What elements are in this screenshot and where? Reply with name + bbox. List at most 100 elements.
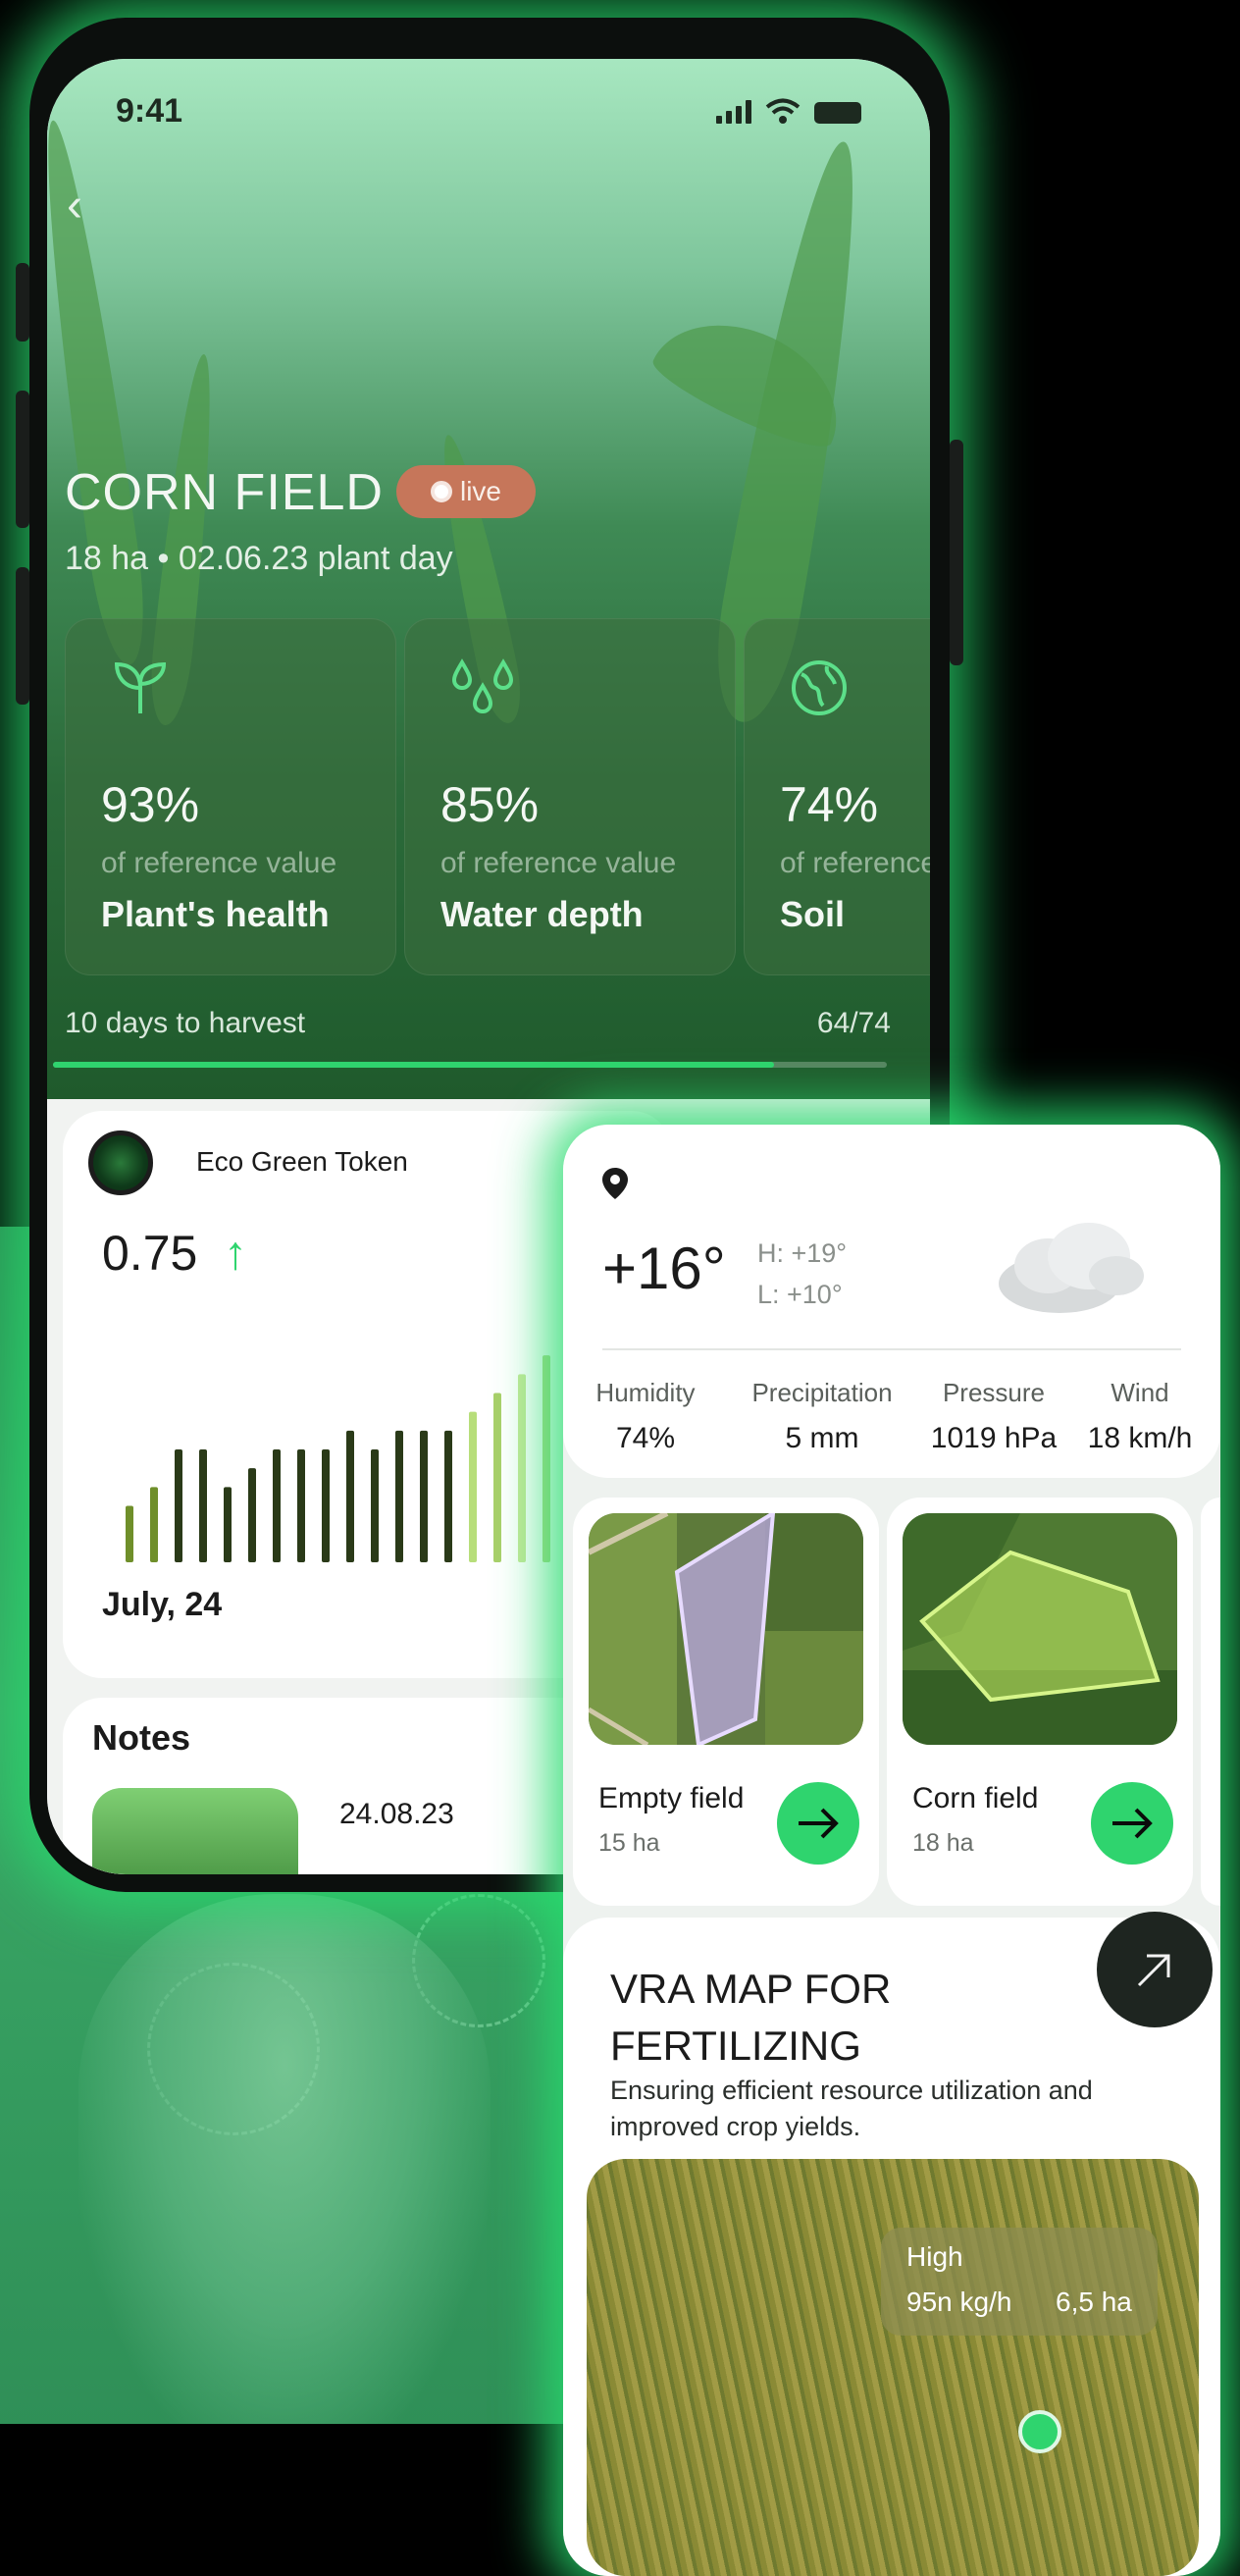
metric-label: Water depth: [440, 894, 644, 934]
metric-card-plant-health[interactable]: 93% of reference value Plant's health: [65, 618, 396, 975]
token-bar: [493, 1393, 501, 1562]
stat-label: Humidity: [595, 1378, 696, 1407]
stat-label: Pressure: [942, 1378, 1046, 1407]
metric-label: Plant's health: [101, 894, 330, 934]
token-bar: [199, 1449, 207, 1562]
token-bar: [150, 1487, 158, 1562]
metric-value: 74%: [780, 777, 879, 832]
zone-area: 6,5 ha: [1056, 2287, 1132, 2317]
harvest-text: 10 days to harvest: [65, 1007, 306, 1039]
token-bar: [371, 1449, 379, 1562]
token-bar: [273, 1449, 281, 1562]
temp-low: L: +10°: [757, 1280, 843, 1309]
field-subtitle: 18 ha • 02.06.23 plant day: [65, 540, 453, 577]
token-name: Eco Green Token: [196, 1146, 408, 1177]
right-panel: +16° H: +19° L: +10° Humidity 74% Precip…: [563, 1125, 1220, 2576]
zone-rate: 95n kg/h: [906, 2287, 1012, 2317]
token-bar: [322, 1449, 330, 1562]
metric-label: Soil: [780, 894, 846, 934]
note-thumbnail[interactable]: [92, 1788, 298, 1874]
field-name: Corn field: [912, 1782, 1039, 1814]
globe-icon: [792, 660, 847, 715]
volume-down-button: [16, 567, 29, 705]
temp-high: H: +19°: [757, 1238, 848, 1268]
stat-humidity: Humidity 74%: [587, 1378, 704, 1455]
stat-value: 18 km/h: [1087, 1422, 1193, 1454]
token-value: 0.75: [102, 1226, 198, 1281]
token-bar: [175, 1449, 182, 1562]
token-bar: [346, 1430, 354, 1562]
token-coin-icon: [88, 1130, 153, 1195]
side-button: [16, 263, 29, 342]
zone-tooltip: High 95n kg/h 6,5 ha: [881, 2228, 1158, 2336]
stat-value: 1019 hPa: [930, 1422, 1058, 1454]
token-bar: [126, 1505, 133, 1562]
back-icon[interactable]: ‹: [67, 179, 82, 233]
metric-ref: of reference value: [780, 847, 930, 879]
stat-pressure: Pressure 1019 hPa: [920, 1378, 1067, 1455]
live-badge: live: [396, 465, 536, 518]
field-aerial-image: [903, 1513, 1177, 1745]
live-dot-icon: [430, 481, 452, 502]
harvest-progress-track: [53, 1062, 887, 1068]
token-bar: [248, 1468, 256, 1562]
location-pin-icon[interactable]: [600, 1166, 630, 1201]
weather-divider: [602, 1348, 1181, 1350]
token-bar: [469, 1411, 477, 1562]
power-button: [950, 440, 963, 665]
metric-value: 93%: [101, 777, 200, 832]
wifi-icon: [765, 98, 801, 124]
vra-description: Ensuring efficient resource utilization …: [610, 2076, 1093, 2141]
stat-wind: Wind 18 km/h: [1071, 1378, 1209, 1455]
map-marker[interactable]: [1018, 2410, 1061, 2453]
metric-ref: of reference value: [101, 847, 337, 879]
corn-leaf: [47, 117, 154, 668]
open-vra-button[interactable]: [1097, 1912, 1213, 2027]
status-icons: [716, 98, 861, 124]
go-button[interactable]: [777, 1782, 859, 1865]
field-name: Empty field: [598, 1782, 745, 1814]
water-drops-icon: [451, 658, 514, 713]
field-card-empty[interactable]: Empty field 15 ha: [573, 1498, 879, 1906]
go-button[interactable]: [1091, 1782, 1173, 1865]
field-size: 15 ha: [598, 1829, 660, 1857]
metric-value: 85%: [440, 777, 540, 832]
zone-level: High: [906, 2241, 963, 2272]
token-bar: [224, 1487, 232, 1562]
stat-value: 74%: [615, 1422, 676, 1454]
field-card-partial[interactable]: [1201, 1498, 1220, 1906]
temperature: +16°: [602, 1235, 726, 1301]
arrow-up-right-icon: [1137, 1954, 1170, 1987]
sprout-icon: [114, 661, 167, 713]
battery-icon: [814, 102, 861, 124]
temp-range: H: +19° L: +10°: [757, 1233, 847, 1315]
field-card-corn[interactable]: Corn field 18 ha: [887, 1498, 1193, 1906]
stat-precipitation: Precipitation 5 mm: [736, 1378, 908, 1455]
stat-label: Wind: [1111, 1378, 1169, 1407]
status-time: 9:41: [116, 92, 183, 130]
harvest-progress-fill: [53, 1062, 775, 1068]
token-bar: [420, 1430, 428, 1562]
signal-icon: [716, 100, 751, 124]
field-aerial-image: [589, 1513, 863, 1745]
token-bar: [297, 1449, 305, 1562]
arrow-right-icon: [1112, 1808, 1153, 1839]
vra-map-image[interactable]: High 95n kg/h 6,5 ha: [587, 2159, 1199, 2576]
field-title: CORN FIELD: [65, 464, 384, 521]
metric-card-water-depth[interactable]: 85% of reference value Water depth: [404, 618, 736, 975]
weather-card: +16° H: +19° L: +10° Humidity 74% Precip…: [563, 1125, 1220, 1478]
metric-card-soil[interactable]: 74% of reference value Soil: [744, 618, 930, 975]
vra-title: VRA MAP FOR FERTILIZING: [610, 1966, 892, 2069]
cloud-icon: [999, 1223, 1144, 1313]
note-date: 24.08.23: [339, 1798, 454, 1830]
stat-label: Precipitation: [751, 1378, 893, 1407]
arrow-up-icon: ↑: [224, 1228, 247, 1280]
hand-shape: [78, 1894, 491, 2463]
volume-up-button: [16, 391, 29, 528]
token-date: July, 24: [102, 1586, 223, 1623]
token-bar: [444, 1430, 452, 1562]
stat-value: 5 mm: [785, 1422, 859, 1454]
metric-ref: of reference value: [440, 847, 677, 879]
token-bar: [395, 1430, 403, 1562]
field-size: 18 ha: [912, 1829, 974, 1857]
